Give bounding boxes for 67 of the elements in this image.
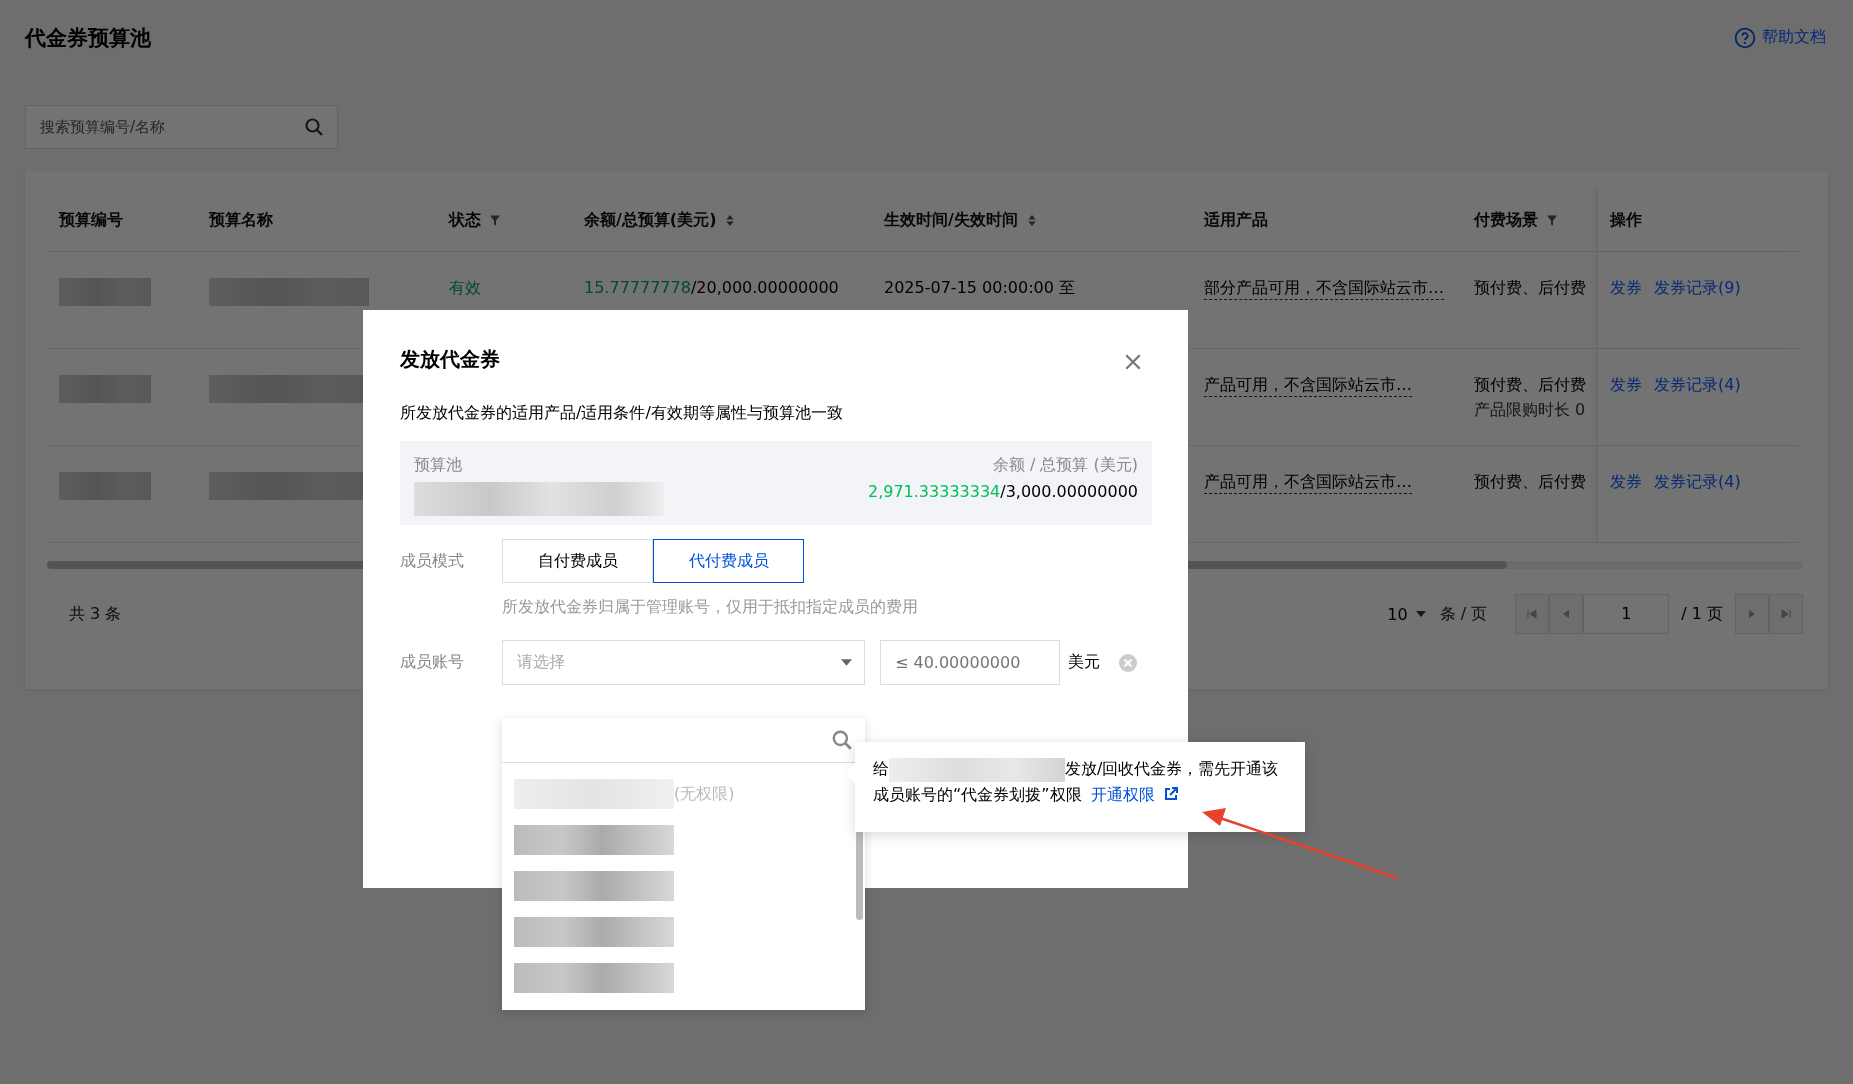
next-icon <box>1747 609 1757 619</box>
unit-text: 美元 <box>1068 652 1100 673</box>
payment-note: 产品限购时长 0 <box>1474 400 1586 421</box>
next-page-button[interactable] <box>1735 594 1769 634</box>
column-header: 付费场景 <box>1474 209 1538 231</box>
total-count: 共 3 条 <box>69 603 122 625</box>
column-header: 状态 <box>449 209 481 231</box>
last-page-button[interactable] <box>1769 594 1803 634</box>
status-text: 有效 <box>449 278 481 299</box>
first-page-icon <box>1527 609 1538 619</box>
dialog-description: 所发放代金券的适用产品/适用条件/有效期等属性与预算池一致 <box>400 403 844 424</box>
search-icon <box>831 729 853 751</box>
search-icon <box>304 117 324 137</box>
field-label: 成员模式 <box>400 550 465 572</box>
payment-text: 预付费、后付费 <box>1474 472 1586 493</box>
amount-label: 余额 / 总预算 (美元) <box>992 455 1138 476</box>
filter-icon[interactable] <box>1546 213 1558 227</box>
column-header: 余额/总预算(美元) <box>584 209 717 231</box>
external-link-icon <box>1163 787 1178 801</box>
previous-page-button[interactable] <box>1549 594 1584 634</box>
sort-icon[interactable] <box>724 213 737 227</box>
field-label: 成员账号 <box>400 652 465 673</box>
column-header: 操作 <box>1610 209 1642 231</box>
payment-text: 预付费、后付费 <box>1474 278 1586 299</box>
period-text: 2025-07-15 00:00:00 至 <box>884 278 1075 299</box>
column-header: 生效时间/失效时间 <box>884 209 1018 231</box>
sort-icon[interactable] <box>1025 213 1038 227</box>
search-field[interactable]: 搜索预算编号/名称 <box>25 105 338 149</box>
action-link[interactable]: 发券 <box>1610 375 1642 396</box>
action-link[interactable]: 发券记录(4) <box>1654 472 1741 493</box>
caret-icon <box>1415 611 1426 617</box>
pool-label: 预算池 <box>414 455 463 476</box>
first-page-button[interactable] <box>1515 594 1550 634</box>
tooltip-text: 给 发放/回收代金券，需先开通该成员账号的“代金券划拨”权限 开通权限 <box>873 756 1280 806</box>
page-total: / 1 页 <box>1680 603 1724 625</box>
page-title: 代金券预算池 <box>25 24 151 52</box>
help-icon <box>1734 26 1756 49</box>
close-icon[interactable] <box>1124 352 1142 371</box>
last-page-icon <box>1781 609 1791 619</box>
amount-text: 15.77777778/20,000.00000000 <box>584 278 839 297</box>
mode-option[interactable]: 自付费成员 <box>502 539 653 583</box>
products-text: 部分产品可用，不含国际站云市… <box>1204 278 1444 300</box>
column-header: 适用产品 <box>1204 209 1268 231</box>
action-link[interactable]: 发券 <box>1610 278 1642 299</box>
open-permission-link[interactable]: 开通权限 <box>1090 785 1178 804</box>
page-size-unit: 条 / 页 <box>1439 603 1488 625</box>
previous-icon <box>1561 609 1572 619</box>
account-select[interactable]: 请选择 <box>502 640 865 685</box>
products-text: 产品可用，不含国际站云市… <box>1204 375 1412 397</box>
column-header: 预算编号 <box>59 209 123 231</box>
pool-amount: 2,971.33333334/3,000.00000000 <box>867 482 1138 501</box>
field-hint: 所发放代金券归属于管理账号，仅用于抵扣指定成员的费用 <box>502 597 918 618</box>
action-link[interactable]: 发券记录(9) <box>1654 278 1741 299</box>
caret-icon <box>841 659 852 666</box>
action-link[interactable]: 发券 <box>1610 472 1642 493</box>
products-text: 产品可用，不含国际站云市… <box>1204 472 1412 494</box>
page-size-select[interactable]: 10 <box>1387 604 1426 624</box>
payment-text: 预付费、后付费 <box>1474 375 1586 396</box>
column-header: 预算名称 <box>209 209 273 231</box>
amount-input[interactable]: ≤ 40.00000000 <box>880 640 1060 685</box>
mode-option[interactable]: 代付费成员 <box>653 539 804 583</box>
filter-icon[interactable] <box>489 213 501 227</box>
action-link[interactable]: 发券记录(4) <box>1654 375 1741 396</box>
remove-icon[interactable] <box>1118 652 1138 673</box>
help-link[interactable]: 帮助文档 <box>1734 26 1826 49</box>
page-input[interactable]: 1 <box>1583 594 1670 634</box>
dialog-title: 发放代金券 <box>400 346 500 373</box>
